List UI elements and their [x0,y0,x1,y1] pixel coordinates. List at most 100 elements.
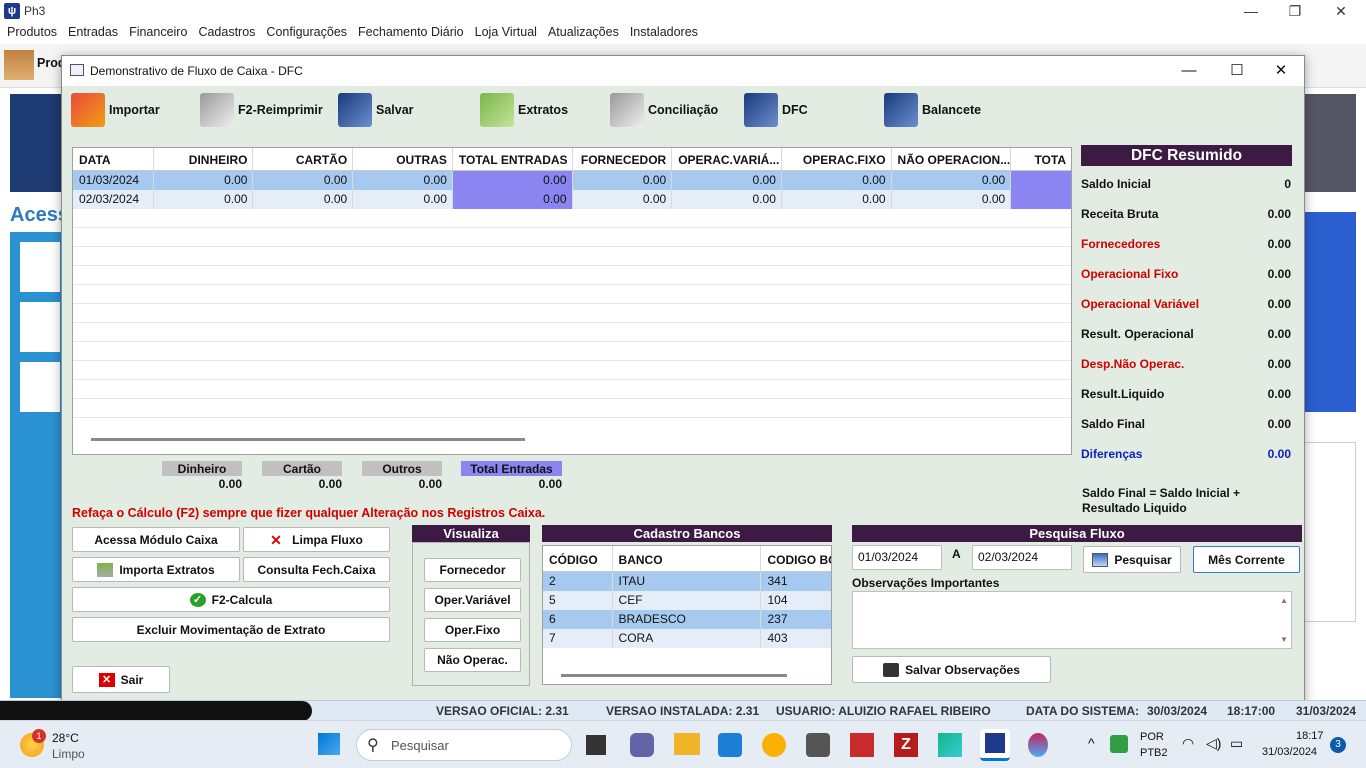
col-dinheiro[interactable]: DINHEIRO [154,148,254,170]
menu-instaladores[interactable]: Instaladores [626,22,705,44]
salvar-observacoes-button[interactable]: Salvar Observações [852,656,1051,683]
recalc-warning: Refaça o Cálculo (F2) sempre que fizer q… [72,506,546,520]
bancos-grid[interactable]: CÓDIGO BANCO CODIGO BC 2 ITAU 341 5 CEF 104 … [542,545,832,685]
bancos-horizontal-scrollbar[interactable] [561,674,787,677]
shortcut-whatsapp-icon[interactable] [20,302,60,352]
app-icon[interactable] [806,733,830,757]
dialog-minimize-icon[interactable]: — [1166,59,1212,83]
mes-corrente-button[interactable]: Mês Corrente [1193,546,1300,573]
file-explorer-icon[interactable] [674,733,700,755]
windows-start-icon[interactable] [318,733,340,755]
ph3-taskbar-icon[interactable] [980,729,1010,761]
battery-icon[interactable]: ▭ [1230,735,1243,752]
pesquisar-button[interactable]: Pesquisar [1083,546,1181,573]
tray-app-icon[interactable] [1110,735,1128,753]
data-final-input[interactable]: 02/03/2024 [972,545,1072,570]
keyboard-layout[interactable]: PTB2 [1140,747,1168,759]
col-total[interactable]: TOTA [1011,148,1071,170]
col-operac-variavel[interactable]: OPERAC.VARIÁ... [672,148,782,170]
restore-icon[interactable]: ❐ [1272,0,1318,22]
conciliacao-button[interactable]: Conciliação [610,88,718,132]
summary-label: Receita Bruta [1081,207,1159,221]
table-row[interactable]: 2 ITAU 341 [543,572,831,591]
button-label: Mês Corrente [1208,552,1285,567]
col-operac-fixo[interactable]: OPERAC.FIXO [782,148,892,170]
import-icon [71,93,105,127]
button-label: F2-Calcula [211,592,273,607]
products-icon[interactable] [4,50,34,80]
summary-value: 0.00 [1267,387,1291,401]
table-row[interactable]: 02/03/2024 0.00 0.00 0.00 0.00 0.00 0.00… [73,190,1071,209]
filezilla-icon[interactable]: Z [894,733,918,757]
col-fornecedor[interactable]: FORNECEDOR [573,148,673,170]
grid-horizontal-scrollbar[interactable] [91,438,525,441]
dialog-maximize-icon[interactable]: ☐ [1214,59,1260,83]
col-codigo[interactable]: CÓDIGO [543,546,613,571]
clock-date[interactable]: 31/03/2024 [1262,746,1317,758]
col-cartao[interactable]: CARTÃO [253,148,354,170]
menu-fechamento-diario[interactable]: Fechamento Diário [354,22,471,44]
f2-calcula-button[interactable]: ✓ F2-Calcula [72,587,390,612]
menu-produtos[interactable]: Produtos [3,22,64,44]
limpa-fluxo-button[interactable]: ✕ Limpa Fluxo [243,527,390,552]
balancete-button[interactable]: Balancete [884,88,981,132]
data-inicial-input[interactable]: 01/03/2024 [852,545,942,570]
fornecedor-button[interactable]: Fornecedor [424,558,521,582]
chevron-up-icon[interactable]: ^ [1088,735,1095,751]
scroll-down-icon[interactable]: ▼ [1280,635,1288,644]
table-row[interactable]: 6 BRADESCO 237 [543,610,831,629]
browser-icon[interactable] [762,733,786,757]
extratos-button[interactable]: Extratos [480,88,568,132]
oper-fixo-button[interactable]: Oper.Fixo [424,618,521,642]
col-outras[interactable]: OUTRAS [353,148,453,170]
menu-cadastros[interactable]: Cadastros [194,22,262,44]
observacoes-textarea[interactable]: ▲ ▼ [852,591,1292,649]
sair-button[interactable]: ✕ Sair [72,666,170,693]
store-icon[interactable] [718,733,742,757]
salvar-button[interactable]: Salvar [338,88,414,132]
notification-badge[interactable]: 3 [1330,737,1346,753]
dfc-button[interactable]: DFC [744,88,808,132]
col-banco[interactable]: BANCO [613,546,762,571]
scroll-up-icon[interactable]: ▲ [1280,596,1288,605]
table-row[interactable]: 7 CORA 403 [543,629,831,648]
volume-icon[interactable]: ◁) [1206,735,1221,752]
wifi-icon[interactable]: ◠ [1182,735,1194,752]
cell-operac-fixo: 0.00 [782,171,892,190]
table-row[interactable]: 01/03/2024 0.00 0.00 0.00 0.00 0.00 0.00… [73,171,1071,190]
app-icon-teal[interactable] [938,733,962,757]
shortcut-chat-icon[interactable] [20,362,60,412]
col-codigo-bc[interactable]: CODIGO BC [761,546,831,571]
excluir-movimentacao-button[interactable]: Excluir Movimentação de Extrato [72,617,390,642]
menu-financeiro[interactable]: Financeiro [125,22,194,44]
menu-loja-virtual[interactable]: Loja Virtual [471,22,544,44]
teams-icon[interactable] [630,733,654,757]
fluxo-grid[interactable]: DATA DINHEIRO CARTÃO OUTRAS TOTAL ENTRAD… [72,147,1072,455]
col-total-entradas[interactable]: TOTAL ENTRADAS [453,148,573,170]
summary-value: 0.00 [1267,237,1291,251]
close-icon[interactable]: ✕ [1318,0,1364,22]
col-data[interactable]: DATA [73,148,154,170]
minimize-icon[interactable]: — [1228,0,1274,22]
col-nao-operacional[interactable]: NÃO OPERACION... [892,148,1012,170]
language-code[interactable]: POR [1140,731,1164,743]
importar-button[interactable]: Importar [71,88,160,132]
paint-icon[interactable] [1028,733,1048,757]
consulta-fech-caixa-button[interactable]: Consulta Fech.Caixa [243,557,390,582]
shortcut-store-icon[interactable] [20,242,60,292]
table-row[interactable]: 5 CEF 104 [543,591,831,610]
taskbar-search[interactable]: ⚲ Pesquisar [356,729,572,761]
acessa-modulo-caixa-button[interactable]: Acessa Módulo Caixa [72,527,240,552]
reimprimir-button[interactable]: F2-Reimprimir [200,88,323,132]
menu-configuracoes[interactable]: Configurações [262,22,354,44]
dialog-close-icon[interactable]: ✕ [1258,59,1304,83]
app-icon-red[interactable] [850,733,874,757]
clock-time[interactable]: 18:17 [1296,730,1324,742]
importa-extratos-button[interactable]: Importa Extratos [72,557,240,582]
menu-atualizacoes[interactable]: Atualizações [544,22,626,44]
task-view-icon[interactable] [586,735,606,755]
menu-entradas[interactable]: Entradas [64,22,125,44]
summary-value: 0.00 [1267,417,1291,431]
oper-variavel-button[interactable]: Oper.Variável [424,588,521,612]
nao-operac-button[interactable]: Não Operac. [424,648,521,672]
